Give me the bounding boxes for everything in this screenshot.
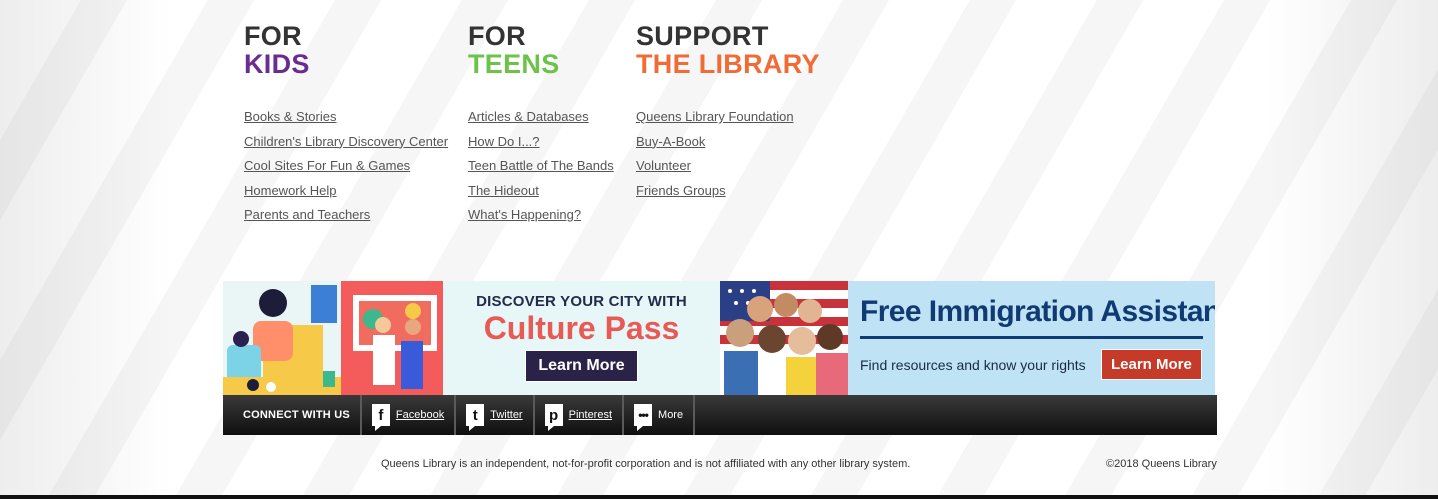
more-icon: •••	[634, 404, 653, 431]
social-facebook[interactable]: f Facebook	[362, 395, 457, 435]
kids-links: Books & Stories Children's Library Disco…	[244, 105, 448, 228]
kids-column: FOR KIDS Books & Stories Children's Libr…	[244, 22, 448, 228]
support-heading: SUPPORT THE LIBRARY	[636, 21, 820, 79]
pinterest-icon: p	[544, 404, 563, 431]
twitter-icon: t	[466, 404, 485, 431]
immigration-text: Free Immigration Assistance Find resourc…	[848, 281, 1215, 395]
kids-link-discovery-center[interactable]: Children's Library Discovery Center	[244, 134, 448, 149]
kids-link-homework-help[interactable]: Homework Help	[244, 183, 336, 198]
immigration-divider	[860, 336, 1203, 339]
kids-link-books-stories[interactable]: Books & Stories	[244, 109, 337, 124]
footer-disclaimer: Queens Library is an independent, not-fo…	[381, 458, 911, 470]
support-link-buy-a-book[interactable]: Buy-A-Book	[636, 134, 705, 149]
kids-heading: FOR KIDS	[244, 21, 310, 79]
teens-heading: FOR TEENS	[468, 21, 560, 79]
page-bottom-border	[0, 495, 1438, 499]
culture-pass-title: Culture Pass	[483, 310, 680, 346]
teens-link-battle-of-bands[interactable]: Teen Battle of The Bands	[468, 158, 614, 173]
kids-link-cool-sites[interactable]: Cool Sites For Fun & Games	[244, 158, 410, 173]
social-pinterest[interactable]: p Pinterest	[535, 395, 625, 435]
culture-pass-banner[interactable]: DISCOVER YOUR CITY WITH Culture Pass Lea…	[223, 281, 720, 395]
immigration-title: Free Immigration Assistance	[860, 295, 1215, 328]
connect-label: CONNECT WITH US	[223, 395, 362, 435]
teens-links: Articles & Databases How Do I...? Teen B…	[468, 105, 614, 228]
support-column: SUPPORT THE LIBRARY Queens Library Found…	[636, 22, 820, 203]
immigration-assistance-banner[interactable]: Free Immigration Assistance Find resourc…	[720, 281, 1215, 395]
immigration-subtitle: Find resources and know your rights	[860, 357, 1086, 373]
facebook-link[interactable]: Facebook	[396, 409, 444, 421]
social-more[interactable]: ••• More	[624, 395, 696, 435]
social-twitter[interactable]: t Twitter	[456, 395, 535, 435]
support-link-friends-groups[interactable]: Friends Groups	[636, 183, 726, 198]
teens-link-hideout[interactable]: The Hideout	[468, 183, 539, 198]
immigration-learn-more-button[interactable]: Learn More	[1101, 349, 1202, 380]
twitter-link[interactable]: Twitter	[490, 409, 522, 421]
connect-bar: CONNECT WITH US f Facebook t Twitter p P…	[223, 395, 1217, 435]
immigration-photo	[720, 281, 848, 395]
culture-pass-kicker: DISCOVER YOUR CITY WITH	[476, 293, 687, 310]
culture-pass-illustration	[223, 281, 443, 395]
teens-link-how-do-i[interactable]: How Do I...?	[468, 134, 540, 149]
teens-column: FOR TEENS Articles & Databases How Do I.…	[468, 22, 614, 228]
support-link-volunteer[interactable]: Volunteer	[636, 158, 691, 173]
support-link-foundation[interactable]: Queens Library Foundation	[636, 109, 794, 124]
teens-link-articles-databases[interactable]: Articles & Databases	[468, 109, 589, 124]
facebook-icon: f	[371, 404, 390, 431]
teens-link-whats-happening[interactable]: What's Happening?	[468, 207, 581, 222]
more-link[interactable]: More	[658, 409, 683, 421]
culture-pass-text: DISCOVER YOUR CITY WITH Culture Pass Lea…	[443, 281, 720, 395]
culture-pass-learn-more-button[interactable]: Learn More	[525, 350, 638, 382]
kids-link-parents-teachers[interactable]: Parents and Teachers	[244, 207, 370, 222]
footer-copyright: ©2018 Queens Library	[1106, 458, 1217, 470]
pinterest-link[interactable]: Pinterest	[569, 409, 612, 421]
support-links: Queens Library Foundation Buy-A-Book Vol…	[636, 105, 820, 203]
